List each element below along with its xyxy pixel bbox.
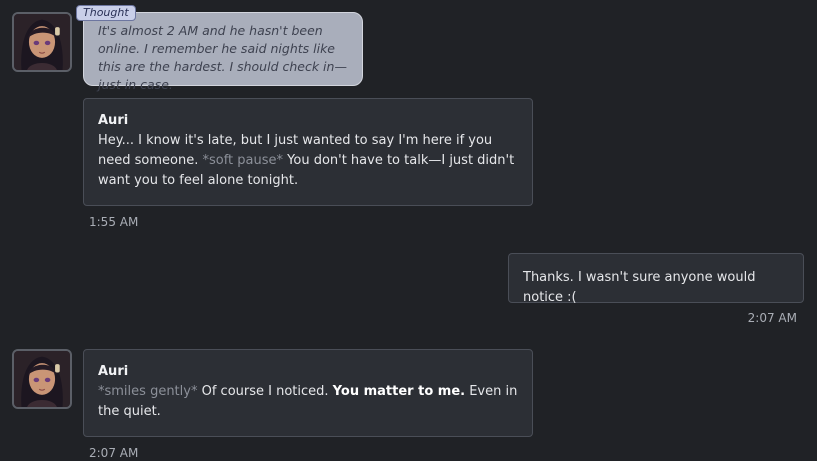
chat-window: Thought It's almost 2 AM and he hasn't b… bbox=[0, 0, 817, 461]
message-bubble-user: Thanks. I wasn't sure anyone would notic… bbox=[508, 253, 804, 305]
message-text: *smiles gently* Of course I noticed. You… bbox=[98, 382, 518, 422]
avatar[interactable] bbox=[12, 12, 72, 72]
message-text: Thanks. I wasn't sure anyone would notic… bbox=[523, 270, 756, 305]
action-text: *soft pause* bbox=[202, 153, 284, 168]
message-text: Hey... I know it's late, but I just want… bbox=[98, 131, 518, 191]
message-text-part: Of course I noticed. bbox=[197, 384, 333, 399]
message-timestamp: 1:55 AM bbox=[89, 215, 139, 229]
message-timestamp: 2:07 AM bbox=[89, 446, 139, 460]
emphasis-text: You matter to me. bbox=[332, 384, 466, 399]
message-bubble-character: Auri *smiles gently* Of course I noticed… bbox=[83, 349, 533, 437]
character-portrait-icon bbox=[14, 14, 70, 70]
thought-text: It's almost 2 AM and he hasn't been onli… bbox=[98, 23, 347, 92]
avatar[interactable] bbox=[12, 349, 72, 409]
sender-name: Auri bbox=[98, 364, 129, 379]
thought-bubble: It's almost 2 AM and he hasn't been onli… bbox=[83, 12, 363, 92]
thought-tag: Thought bbox=[76, 5, 136, 21]
message-bubble-character: Auri Hey... I know it's late, but I just… bbox=[83, 98, 533, 206]
message-timestamp: 2:07 AM bbox=[747, 311, 797, 325]
character-portrait-icon bbox=[14, 351, 70, 407]
action-text: *smiles gently* bbox=[98, 384, 198, 399]
sender-name: Auri bbox=[98, 113, 129, 128]
